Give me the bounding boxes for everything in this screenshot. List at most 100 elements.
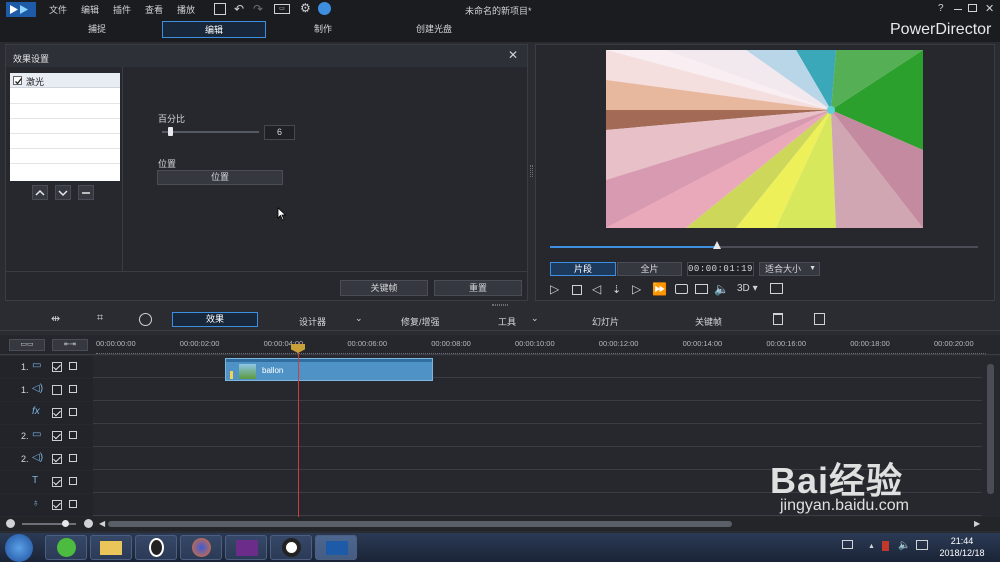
track-lock-icon[interactable]	[69, 431, 77, 439]
playhead-line[interactable]	[298, 343, 299, 517]
menu-plugins[interactable]: 插件	[113, 3, 131, 16]
track-enable-checkbox[interactable]	[52, 431, 62, 441]
reset-button[interactable]: 重置	[434, 280, 522, 296]
taskbar-powerdirector-icon[interactable]	[315, 535, 357, 560]
timecode-display[interactable]: 00:00:01:19	[687, 262, 754, 276]
track-lock-icon[interactable]	[69, 362, 77, 370]
start-button[interactable]	[5, 534, 33, 562]
mark-icon[interactable]: ⇣	[612, 283, 621, 296]
help-icon[interactable]: ?	[938, 3, 944, 14]
redo-icon[interactable]: ↷	[253, 2, 263, 16]
menu-edit[interactable]: 编辑	[81, 3, 99, 16]
panel-resize-handle[interactable]	[530, 165, 533, 177]
stop-icon[interactable]	[572, 285, 582, 295]
tools-menu[interactable]: 工具	[498, 315, 516, 328]
scroll-left-icon[interactable]: ◀	[99, 519, 105, 528]
taskbar-360-browser-icon[interactable]	[45, 535, 87, 560]
play-icon[interactable]: ▷	[550, 282, 559, 296]
track-enable-checkbox[interactable]	[52, 454, 62, 464]
crop-icon[interactable]: ⌗	[97, 312, 103, 325]
zoom-in-icon[interactable]	[84, 519, 93, 528]
undo-icon[interactable]: ↶	[234, 2, 244, 16]
timeline-ruler[interactable]: ▭▭ ⇤⇥ 00:00:00:00 00:00:02:00 00:00:04:00 0…	[0, 335, 1000, 355]
track-enable-checkbox[interactable]	[52, 362, 62, 372]
aspect-ratio-icon[interactable]: ▭	[274, 4, 290, 14]
tray-keyboard-icon[interactable]	[842, 540, 853, 549]
track-row[interactable]: 1. ◁)	[0, 379, 982, 401]
designer-menu[interactable]: 设计器	[299, 315, 326, 328]
next-frame-icon[interactable]: ▷	[632, 282, 641, 296]
tab-edit[interactable]: 编辑	[162, 21, 266, 38]
taskbar-file-explorer-icon[interactable]	[90, 535, 132, 560]
panel-close-icon[interactable]: ✕	[508, 48, 518, 62]
minimize-icon[interactable]	[954, 9, 962, 10]
3d-mode-button[interactable]: 3D ▾	[737, 283, 758, 294]
trash-icon[interactable]	[773, 313, 783, 325]
repair-enhance-button[interactable]: 修复/增强	[401, 315, 440, 328]
menu-playback[interactable]: 播放	[177, 3, 195, 16]
scroll-right-icon[interactable]: ▶	[974, 519, 980, 528]
move-down-button[interactable]	[55, 185, 71, 200]
subtitle-icon[interactable]	[695, 284, 708, 294]
menu-view[interactable]: 查看	[145, 3, 163, 16]
effect-checkbox[interactable]	[13, 76, 23, 85]
track-enable-checkbox[interactable]	[52, 500, 62, 510]
undock-preview-icon[interactable]	[770, 283, 783, 294]
track-enable-checkbox[interactable]	[52, 477, 62, 487]
percent-value-field[interactable]: 6	[264, 125, 295, 140]
track-row[interactable]: 1. ▭	[0, 356, 982, 378]
track-lock-icon[interactable]	[69, 454, 77, 462]
track-manager-icon[interactable]: ▭▭	[9, 339, 45, 351]
designer-chevron-down-icon[interactable]: ⌄	[355, 313, 363, 324]
list-item[interactable]: 激光	[10, 73, 120, 88]
preview-scrubber[interactable]	[550, 241, 978, 249]
track-row[interactable]: 2. ▭	[0, 425, 982, 447]
save-icon[interactable]	[214, 3, 226, 15]
volume-icon[interactable]: 🔈	[714, 282, 729, 296]
split-icon[interactable]: ⇹	[51, 312, 60, 325]
tray-expand-icon[interactable]: ▲	[868, 543, 875, 550]
tray-security-icon[interactable]	[882, 541, 889, 551]
vertical-scrollbar[interactable]	[987, 364, 994, 494]
snapshot-camera-icon[interactable]	[675, 284, 688, 294]
keyframe-toolbar-button[interactable]: 关键帧	[695, 315, 722, 328]
tray-volume-icon[interactable]: 🔈	[898, 540, 910, 551]
percent-slider[interactable]	[162, 127, 259, 136]
effect-list[interactable]: 激光	[10, 73, 120, 181]
effect-tab[interactable]: 效果	[172, 312, 258, 327]
tray-network-icon[interactable]	[916, 540, 928, 550]
taskbar-firefox-icon[interactable]	[180, 535, 222, 560]
keyframe-button[interactable]: 关键帧	[340, 280, 428, 296]
move-up-button[interactable]	[32, 185, 48, 200]
horizontal-scrollbar[interactable]	[108, 521, 732, 527]
fix-enhance-circle-icon[interactable]	[139, 313, 152, 326]
movie-mode-tab[interactable]: 全片	[617, 262, 682, 276]
video-clip[interactable]: ballon	[225, 358, 433, 381]
taskbar-recorder-icon[interactable]	[270, 535, 312, 560]
fit-size-dropdown[interactable]: 适合大小 ▼	[759, 262, 820, 276]
zoom-out-icon[interactable]	[6, 519, 15, 528]
taskbar-media-app-icon[interactable]	[225, 535, 267, 560]
track-lock-icon[interactable]	[69, 500, 77, 508]
settings-gear-icon[interactable]: ⚙	[300, 1, 311, 15]
restore-icon[interactable]	[968, 4, 977, 12]
position-button[interactable]: 位置	[157, 170, 283, 185]
track-enable-checkbox[interactable]	[52, 385, 62, 395]
percent-slider-thumb[interactable]	[168, 127, 173, 136]
zoom-slider[interactable]	[22, 520, 76, 527]
fast-forward-icon[interactable]: ⏩	[652, 282, 667, 296]
horizontal-resize-handle[interactable]	[492, 304, 508, 306]
tools-chevron-down-icon[interactable]: ⌄	[531, 313, 539, 324]
remove-effect-button[interactable]	[78, 185, 94, 200]
track-enable-checkbox[interactable]	[52, 408, 62, 418]
fit-timeline-icon[interactable]: ⇤⇥	[52, 339, 88, 351]
zoom-slider-thumb[interactable]	[62, 520, 69, 527]
more-features-icon[interactable]	[814, 313, 825, 325]
tab-capture[interactable]: 捕捉	[58, 21, 136, 38]
slideshow-button[interactable]: 幻灯片	[592, 315, 619, 328]
track-lock-icon[interactable]	[69, 477, 77, 485]
tray-clock[interactable]: 21:44 2018/12/18	[937, 536, 987, 558]
tab-create-disc[interactable]: 创建光盘	[393, 21, 475, 38]
tab-produce[interactable]: 制作	[284, 21, 362, 38]
scrubber-thumb[interactable]	[713, 241, 721, 249]
